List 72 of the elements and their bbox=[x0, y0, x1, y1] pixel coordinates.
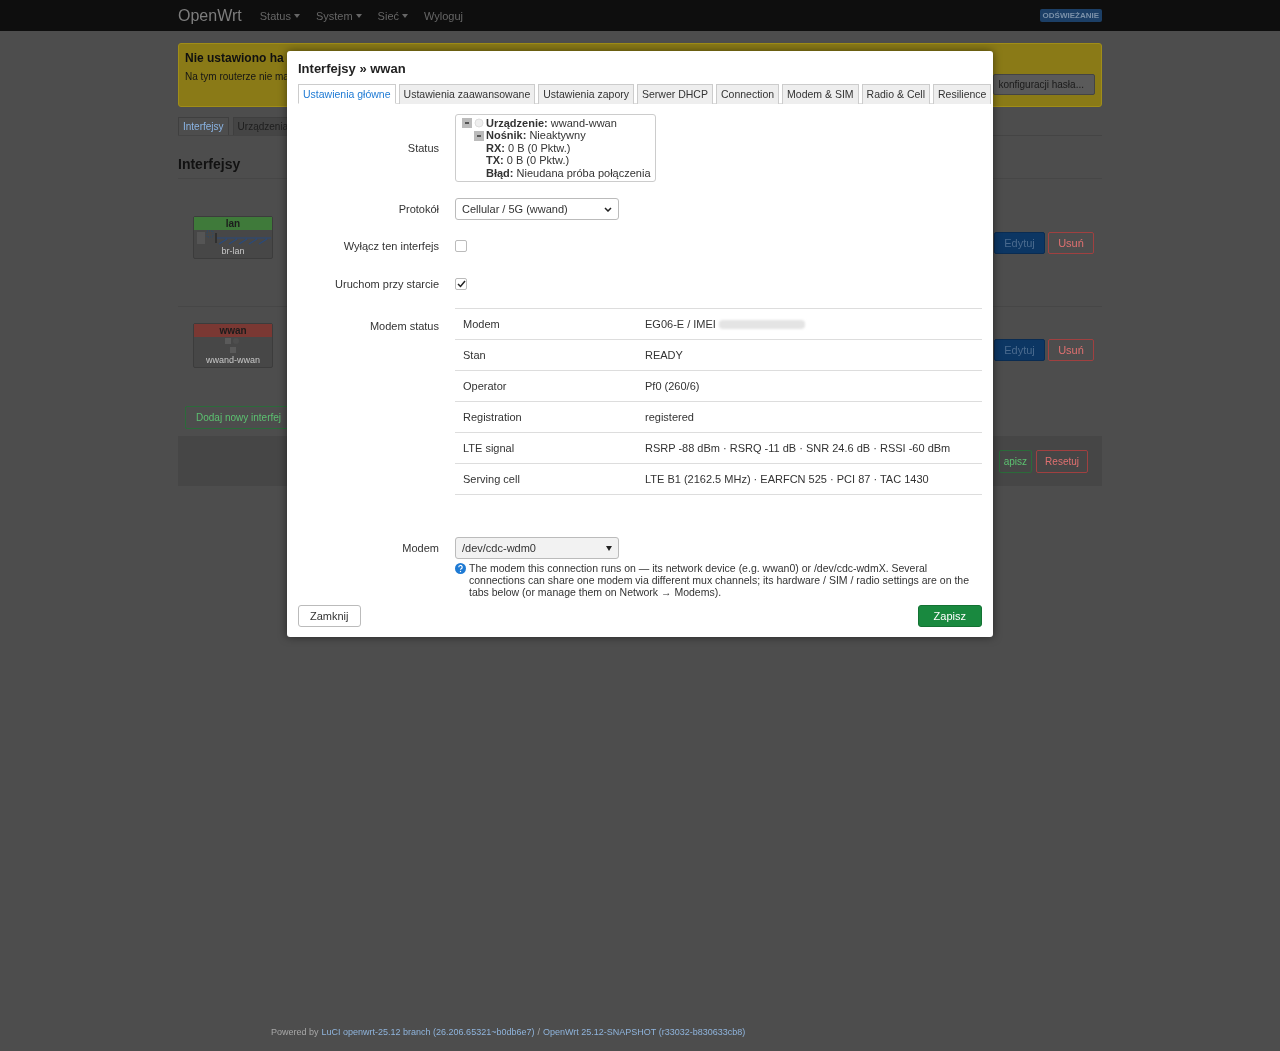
interface-name: wwan bbox=[194, 324, 272, 337]
page-tab[interactable]: Interfejsy bbox=[178, 117, 229, 135]
checkbox[interactable] bbox=[455, 240, 467, 253]
field-label: Status bbox=[406, 142, 439, 154]
table-cell-text: LTE signal bbox=[463, 442, 516, 455]
table-cell: LTE B1 (2162.5 MHz) · EARFCN 525 · PCI 87 · TAC 1430 bbox=[645, 473, 929, 486]
checkbox[interactable] bbox=[455, 278, 467, 291]
interface-name: lan bbox=[194, 217, 272, 230]
footer-separator: / bbox=[537, 1027, 540, 1037]
delete-button[interactable]: Usuń bbox=[1048, 232, 1094, 254]
status-line: RX: 0 B (0 Pktw.) bbox=[486, 141, 572, 155]
dialog-tab[interactable]: Ustawienia główne bbox=[298, 84, 396, 104]
footer-text: Powered by bbox=[271, 1027, 319, 1037]
dialog-tab[interactable]: Modem & SIM bbox=[782, 84, 859, 104]
dialog-tab[interactable]: Serwer DHCP bbox=[637, 84, 713, 104]
field-label: Protokół bbox=[397, 203, 439, 216]
status-line: Nośnik: Nieaktywny bbox=[486, 129, 587, 142]
caret-icon bbox=[606, 545, 612, 551]
brand-logo[interactable]: OpenWrt bbox=[178, 6, 242, 25]
dialog-tab[interactable]: Radio & Cell bbox=[861, 84, 930, 104]
caret-icon bbox=[355, 13, 362, 18]
edit-button[interactable]: Edytuj bbox=[994, 339, 1045, 361]
openwrt-link[interactable]: OpenWrt 25.12-SNAPSHOT (r33032-b830633cb8) bbox=[542, 1027, 746, 1037]
field-label: Modem status bbox=[368, 320, 439, 333]
table-cell-text: Stan bbox=[463, 349, 487, 362]
nav-menu-item[interactable]: Status bbox=[259, 9, 300, 22]
password-config-button[interactable]: konfiguracji hasła... bbox=[993, 74, 1095, 95]
chevron-icon bbox=[604, 206, 612, 212]
table-cell-text: Serving cell bbox=[463, 473, 521, 486]
refresh-badge[interactable]: ODŚWIEŻANIE bbox=[1039, 9, 1102, 22]
reset-button[interactable]: Resetuj bbox=[1036, 449, 1088, 473]
globe-icon bbox=[474, 118, 484, 129]
caret-icon bbox=[402, 13, 408, 18]
section-heading: Interfejsy bbox=[178, 156, 241, 172]
luci-link[interactable]: LuCI openwrt-25.12 branch (26.206.65321~b0db6e7) bbox=[321, 1027, 535, 1037]
interface-device: br-lan bbox=[221, 246, 245, 258]
field-label: Uruchom przy starcie bbox=[334, 278, 439, 291]
nav-menu-item[interactable]: Wyloguj bbox=[424, 9, 464, 22]
help-text: The modem this connection runs on — its network device (e.g. wwan0) or /dev/cdc-wdmX. Several connections can share one modem via different mux channels; its hardware / SIM / radio settings are on the tabs below (or manage them on Network → Modems). bbox=[469, 562, 970, 599]
save-button[interactable]: Zapisz bbox=[917, 605, 982, 627]
nav-menu-item[interactable]: Sieć bbox=[377, 9, 408, 22]
table-cell: READY bbox=[645, 349, 683, 362]
status-line: Urządzenie: wwand-wwan bbox=[486, 117, 618, 130]
modem-select[interactable]: /dev/cdc-wdm0 bbox=[455, 537, 619, 560]
table-cell-text: Operator bbox=[463, 380, 508, 393]
table-cell-text: Registration bbox=[463, 411, 523, 424]
table-cell: EG06-E / IMEI bbox=[645, 318, 716, 331]
table-cell: Pf0 (260/6) bbox=[645, 380, 700, 393]
field-label: Wyłącz ten interfejs bbox=[342, 240, 439, 253]
dialog-tab[interactable]: Connection bbox=[715, 84, 780, 104]
save-button[interactable]: apisz bbox=[998, 449, 1033, 473]
close-button[interactable]: Zamknij bbox=[298, 605, 361, 627]
table-cell-text: Modem bbox=[463, 318, 501, 331]
dialog-tab[interactable]: Ustawienia zapory bbox=[538, 84, 634, 104]
table-cell: registered bbox=[645, 411, 694, 424]
port-icon bbox=[474, 130, 484, 141]
protocol-select[interactable]: Cellular / 5G (wwand) bbox=[455, 198, 619, 221]
table-cell: RSRP -88 dBm · RSRQ -11 dB · SNR 24.6 dB · RSSI -60 dBm bbox=[645, 442, 951, 455]
caret-icon bbox=[293, 13, 300, 18]
dialog-tab[interactable]: Resilience bbox=[933, 84, 992, 104]
delete-button[interactable]: Usuń bbox=[1048, 339, 1094, 361]
status-line: TX: 0 B (0 Pktw.) bbox=[486, 154, 571, 167]
warning-title: Nie ustawiono ha bbox=[185, 51, 285, 65]
dialog-title: Interfejsy » wwan bbox=[298, 61, 407, 76]
field-label: Modem bbox=[401, 542, 439, 555]
dialog-tab[interactable]: Ustawienia zaawansowane bbox=[398, 84, 536, 104]
nav-menu-item[interactable]: System bbox=[315, 9, 362, 22]
help-icon bbox=[455, 563, 466, 575]
interface-device: wwand-wwan bbox=[206, 355, 260, 367]
port-icon bbox=[462, 118, 472, 129]
edit-button[interactable]: Edytuj bbox=[994, 232, 1045, 254]
status-line: Błąd: Nieudana próba połączenia bbox=[486, 166, 651, 180]
